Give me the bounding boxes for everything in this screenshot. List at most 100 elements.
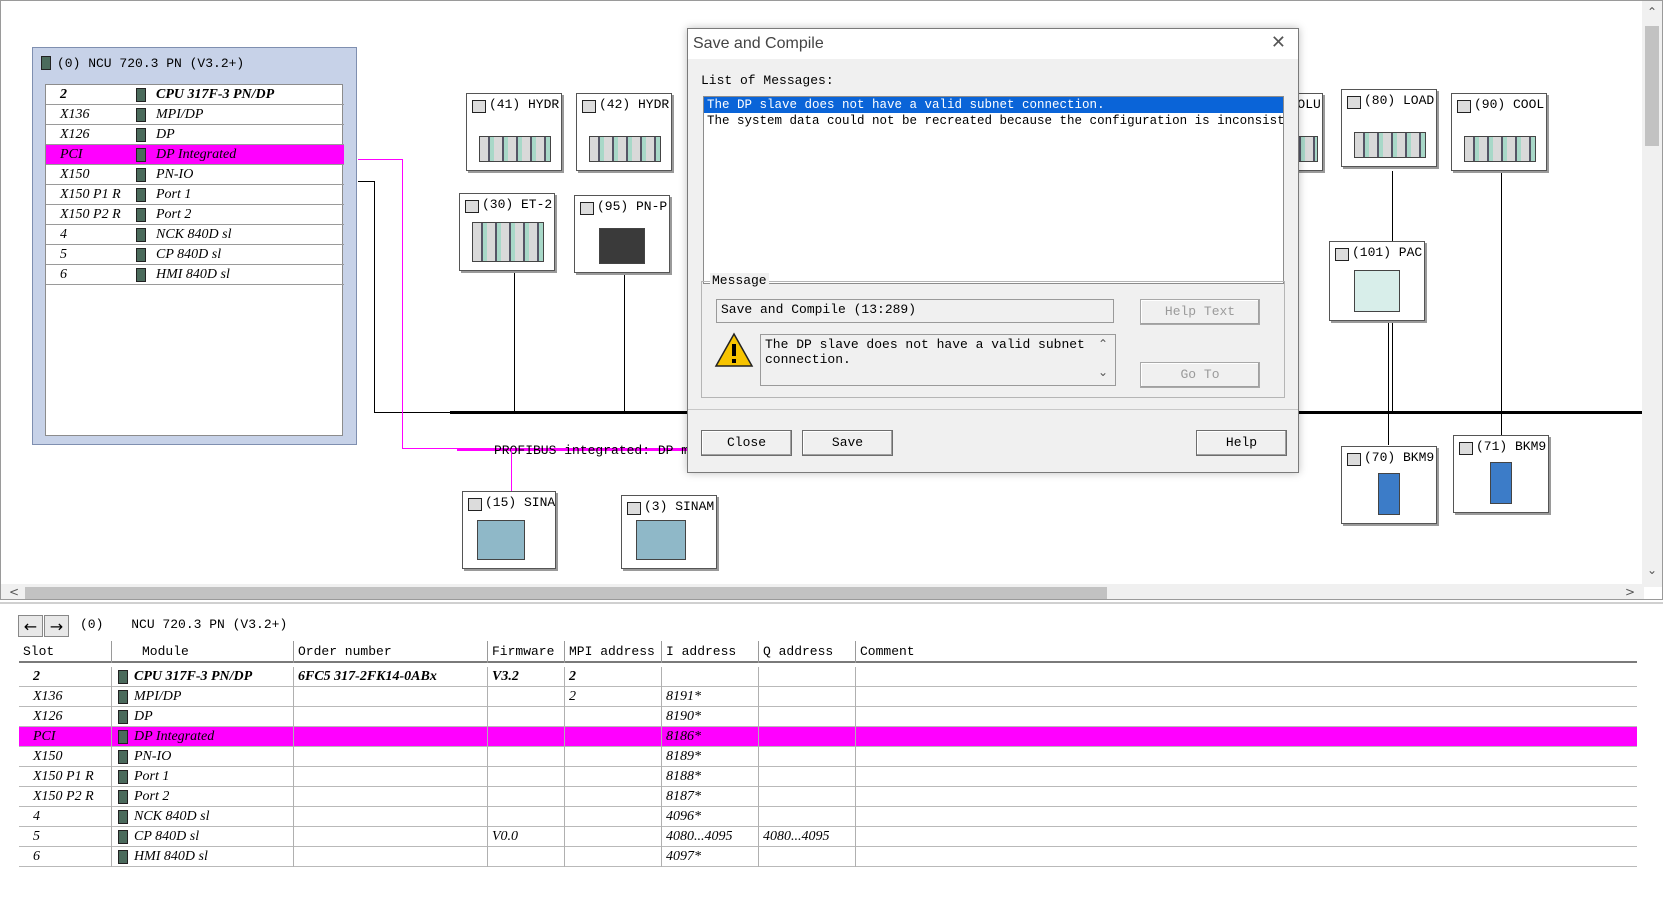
message-item-selected[interactable]: The DP slave does not have a valid subne… xyxy=(704,97,1283,113)
back-arrow-icon[interactable]: ← xyxy=(18,615,43,637)
cell-module-text: NCK 840D sl xyxy=(134,809,210,824)
rack-slot: PCI xyxy=(60,146,83,162)
table-row[interactable]: X150 P1 R Port 1 8188* xyxy=(19,767,1637,787)
save-button[interactable]: Save xyxy=(802,430,893,456)
device-image xyxy=(589,136,661,162)
rack-row-selected[interactable]: PCI DP Integrated xyxy=(46,145,344,165)
device-label: (71) BKM9 xyxy=(1476,439,1547,454)
rack-row[interactable]: X150 P1 R Port 1 xyxy=(46,185,344,205)
device-icon xyxy=(1347,453,1361,466)
table-row[interactable]: X126 DP 8190* xyxy=(19,707,1637,727)
device-label: (42) HYDR xyxy=(599,97,670,112)
text-scroll-down-icon[interactable]: ⌄ xyxy=(1098,365,1108,379)
cell-slot: 2 xyxy=(19,667,112,687)
cell-qaddr xyxy=(759,767,856,787)
help-button[interactable]: Help xyxy=(1196,430,1287,456)
table-row[interactable]: X150 P2 R Port 2 8187* xyxy=(19,787,1637,807)
rack-row[interactable]: X126 DP xyxy=(46,125,344,145)
rack-row[interactable]: X136 MPI/DP xyxy=(46,105,344,125)
rack-row[interactable]: X150 P2 R Port 2 xyxy=(46,205,344,225)
device-load-80[interactable]: (80) LOAD xyxy=(1341,89,1437,167)
table-row[interactable]: 5 CP 840D sl V0.0 4080...4095 4080...4095 xyxy=(19,827,1637,847)
goto-button[interactable]: Go To xyxy=(1140,362,1260,388)
rack-module: DP xyxy=(156,126,175,142)
device-sina-15[interactable]: (15) SINA xyxy=(462,491,556,569)
scroll-left-icon[interactable]: < xyxy=(9,585,19,599)
scroll-down-icon[interactable]: ⌄ xyxy=(1647,563,1657,577)
forward-arrow-icon[interactable]: → xyxy=(44,615,69,637)
device-cool-90[interactable]: (90) COOL xyxy=(1451,93,1547,171)
cell-module-text: Port 1 xyxy=(134,769,170,784)
rack-row[interactable]: 2 CPU 317F-3 PN/DP xyxy=(46,85,344,105)
col-comment[interactable]: Comment xyxy=(856,641,1637,663)
message-list[interactable]: The DP slave does not have a valid subne… xyxy=(703,96,1284,284)
cell-order xyxy=(294,847,488,867)
dialog-titlebar[interactable]: Save and Compile ✕ xyxy=(688,29,1298,59)
device-drop xyxy=(1388,321,1389,445)
device-sinam-3[interactable]: (3) SINAM xyxy=(621,495,717,569)
cell-slot: X150 P2 R xyxy=(19,787,112,807)
device-image xyxy=(636,520,686,560)
text-scroll-up-icon[interactable]: ⌃ xyxy=(1098,337,1108,351)
col-i-address[interactable]: I address xyxy=(662,641,759,663)
close-button[interactable]: Close xyxy=(701,430,792,456)
table-row[interactable]: 4 NCK 840D sl 4096* xyxy=(19,807,1637,827)
rack-module: DP Integrated xyxy=(156,146,237,162)
col-firmware[interactable]: Firmware xyxy=(488,641,565,663)
message-item[interactable]: The system data could not be recreated b… xyxy=(704,113,1283,129)
module-icon xyxy=(118,749,128,764)
rack-row[interactable]: 5 CP 840D sl xyxy=(46,245,344,265)
table-row[interactable]: 2 CPU 317F-3 PN/DP 6FC5 317-2FK14-0ABx V3.2… xyxy=(19,667,1637,687)
profibus-label: PROFIBUS integrated: DP ma xyxy=(494,443,697,458)
col-module[interactable]: Module xyxy=(112,641,294,663)
scroll-right-icon[interactable]: > xyxy=(1625,585,1635,599)
profinet-bus-right[interactable] xyxy=(1299,411,1644,414)
cell-comment xyxy=(856,747,1637,767)
rack-row[interactable]: X150 PN-IO xyxy=(46,165,344,185)
rack-slot: X150 P1 R xyxy=(60,186,121,202)
device-label: (70) BKM9 xyxy=(1364,450,1435,465)
device-bkm9-70[interactable]: (70) BKM9 xyxy=(1341,446,1437,524)
close-icon[interactable]: ✕ xyxy=(1271,32,1286,53)
table-row[interactable]: 6 HMI 840D sl 4097* xyxy=(19,847,1637,867)
cell-module: DP xyxy=(112,707,294,727)
cell-firmware xyxy=(488,747,565,767)
col-order-number[interactable]: Order number xyxy=(294,641,488,663)
rack-slot: X126 xyxy=(60,126,90,142)
horizontal-scrollbar[interactable]: < > xyxy=(1,584,1644,599)
rack-slot: X136 xyxy=(60,106,90,122)
device-pn-p[interactable]: (95) PN-P xyxy=(574,195,670,273)
col-q-address[interactable]: Q address xyxy=(759,641,856,663)
horizontal-scroll-thumb[interactable] xyxy=(25,587,1107,599)
table-row-selected[interactable]: PCI DP Integrated 8186* xyxy=(19,727,1637,747)
rack-row[interactable]: 6 HMI 840D sl xyxy=(46,265,344,285)
device-pac-101[interactable]: (101) PAC xyxy=(1329,241,1425,321)
rack-ncu[interactable]: (0) NCU 720.3 PN (V3.2+) 2 CPU 317F-3 PN/… xyxy=(32,47,357,445)
cell-module-text: DP Integrated xyxy=(134,729,215,744)
table-row[interactable]: X150 PN-IO 8189* xyxy=(19,747,1637,767)
rack-slot: X150 xyxy=(60,166,90,182)
col-mpi-address[interactable]: MPI address xyxy=(565,641,662,663)
cell-qaddr: 4080...4095 xyxy=(759,827,856,847)
rack-title: (0) NCU 720.3 PN (V3.2+) xyxy=(41,52,244,74)
help-text-button[interactable]: Help Text xyxy=(1140,299,1260,325)
profinet-bus-left[interactable] xyxy=(450,411,690,414)
scroll-up-icon[interactable]: ⌃ xyxy=(1647,5,1657,19)
device-image xyxy=(599,228,645,264)
device-et200[interactable]: (30) ET-2 xyxy=(459,193,555,271)
rack-row[interactable]: 4 NCK 840D sl xyxy=(46,225,344,245)
save-compile-dialog[interactable]: Save and Compile ✕ List of Messages: The… xyxy=(687,28,1299,473)
cell-slot: 5 xyxy=(19,827,112,847)
cell-module-text: PN-IO xyxy=(134,749,172,764)
device-hydr-42[interactable]: (42) HYDR xyxy=(576,93,672,171)
cell-module: Port 2 xyxy=(112,787,294,807)
vertical-scroll-thumb[interactable] xyxy=(1645,26,1659,146)
table-title-text: NCU 720.3 PN (V3.2+) xyxy=(131,617,288,632)
module-table-view[interactable]: ← → (0) NCU 720.3 PN (V3.2+) Slot Module… xyxy=(0,602,1663,915)
vertical-scrollbar[interactable]: ⌃ ⌄ xyxy=(1642,1,1662,587)
table-row[interactable]: X136 MPI/DP 2 8191* xyxy=(19,687,1637,707)
device-bkm9-71[interactable]: (71) BKM9 xyxy=(1453,435,1549,513)
device-hydr-41[interactable]: (41) HYDR xyxy=(466,93,562,171)
col-slot[interactable]: Slot xyxy=(19,641,112,663)
cell-module: Port 1 xyxy=(112,767,294,787)
